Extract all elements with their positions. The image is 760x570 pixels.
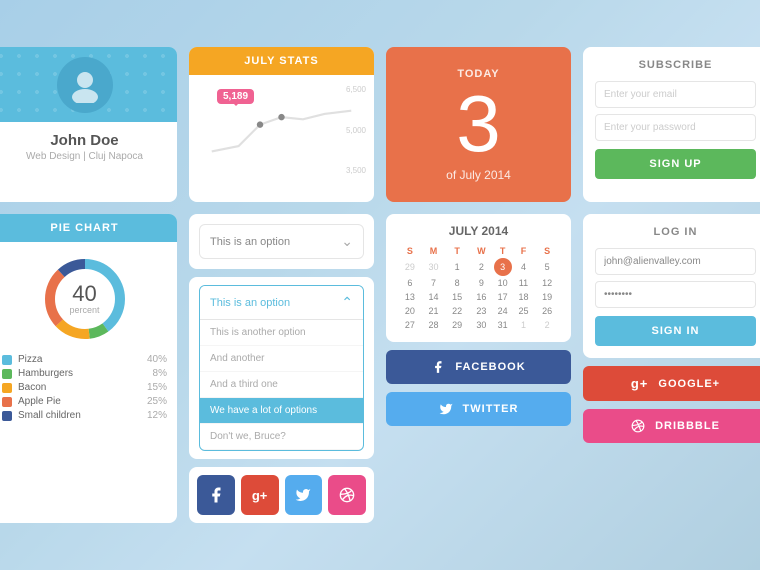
cal-week: 6 7 8 9 10 11 12 — [398, 276, 559, 290]
gplus-icon: g+ — [252, 488, 268, 503]
twitter-button[interactable]: TWITTER — [386, 392, 571, 426]
login-title: LOG IN — [595, 226, 756, 238]
profile-name: John Doe — [26, 132, 143, 149]
avatar — [57, 57, 113, 113]
legend-item: Apple Pie 25% — [2, 396, 167, 407]
twitter-button-label: TWITTER — [463, 403, 519, 415]
facebook-button[interactable]: FACEBOOK — [386, 350, 571, 384]
cal-week: 20 21 22 23 24 25 26 — [398, 304, 559, 318]
cal-week: 13 14 15 16 17 18 19 — [398, 290, 559, 304]
stats-body: 5,189 6,500 5,000 3,500 — [189, 75, 374, 185]
dropdown-closed[interactable]: This is an option — [199, 224, 364, 259]
legend: Pizza 40% Hamburgers 8% Bacon 15% Apple … — [2, 354, 167, 424]
login-social-column: LOG IN SIGN IN g+ GOOGLE+ DRIBBBLE — [583, 214, 760, 523]
profile-card: John Doe Web Design | Cluj Napoca — [0, 47, 177, 202]
login-card: LOG IN SIGN IN — [583, 214, 760, 358]
email-input[interactable] — [595, 81, 756, 108]
cal-week: 29 30 1 2 3 4 5 — [398, 258, 559, 276]
donut-center: 40 percent — [69, 283, 99, 315]
dribbble-icon-button[interactable] — [328, 475, 366, 515]
dropdown-option[interactable]: And another — [200, 346, 363, 372]
dropdown-option-highlighted[interactable]: We have a lot of options — [200, 398, 363, 424]
chart-value: 5,189 — [217, 89, 254, 104]
legend-dot-smallchildren — [2, 411, 12, 421]
dropdown-social-column: This is an option This is an option This… — [189, 214, 374, 523]
chevron-up-icon — [341, 294, 353, 311]
dropdown-open-card: This is an option This is another option… — [189, 277, 374, 459]
dropdown-open[interactable]: This is an option This is another option… — [199, 285, 364, 451]
legend-dot-hamburgers — [2, 369, 12, 379]
profile-subtitle: Web Design | Cluj Napoca — [26, 151, 143, 162]
password-input[interactable] — [595, 114, 756, 141]
signin-button[interactable]: SIGN IN — [595, 316, 756, 346]
stats-card: JULY STATS 5,189 6,500 5,000 3,500 — [189, 47, 374, 202]
facebook-icon-button[interactable] — [197, 475, 235, 515]
dropdown-option[interactable]: Don't we, Bruce? — [200, 424, 363, 450]
today-number: 3 — [456, 84, 501, 164]
calendar-social-column: JULY 2014 S M T W T F S 29 — [386, 214, 571, 523]
cal-week: 27 28 29 30 31 1 2 — [398, 318, 559, 332]
y-axis-labels: 6,500 5,000 3,500 — [346, 85, 366, 175]
signup-button[interactable]: SIGN UP — [595, 149, 756, 179]
subscribe-card: SUBSCRIBE SIGN UP — [583, 47, 760, 202]
twitter-icon-button[interactable] — [285, 475, 323, 515]
dribbble-button-label: DRIBBBLE — [655, 420, 720, 432]
profile-header — [0, 47, 177, 122]
gplus-btn-icon: g+ — [631, 376, 649, 391]
calendar-card: JULY 2014 S M T W T F S 29 — [386, 214, 571, 342]
profile-body: John Doe Web Design | Cluj Napoca — [14, 122, 155, 176]
dropdown-option[interactable]: This is another option — [200, 320, 363, 346]
legend-item: Hamburgers 8% — [2, 368, 167, 379]
pie-chart-card: PIE CHART 40 percent — [0, 214, 177, 523]
legend-dot-applepie — [2, 397, 12, 407]
calendar-title: JULY 2014 — [398, 224, 559, 238]
dribbble-button[interactable]: DRIBBBLE — [583, 409, 760, 443]
today-sub: of July 2014 — [446, 168, 511, 182]
legend-dot-pizza — [2, 355, 12, 365]
chevron-down-icon — [341, 233, 353, 250]
dropdown-option[interactable]: And a third one — [200, 372, 363, 398]
social-icons: g+ — [197, 475, 366, 515]
stats-header: JULY STATS — [189, 47, 374, 75]
today-label: TODAY — [457, 68, 499, 80]
dropdown-open-label: This is an option — [210, 297, 290, 309]
legend-dot-bacon — [2, 383, 12, 393]
legend-item: Small children 12% — [2, 410, 167, 421]
googleplus-button[interactable]: g+ GOOGLE+ — [583, 366, 760, 401]
login-password-input[interactable] — [595, 281, 756, 308]
dropdown-closed-label: This is an option — [210, 236, 290, 248]
dropdown-open-header[interactable]: This is an option — [200, 286, 363, 320]
pie-chart-body: 40 percent Pizza 40% Hamburgers 8% Baco — [0, 242, 177, 434]
legend-item: Bacon 15% — [2, 382, 167, 393]
donut-chart: 40 percent — [40, 254, 130, 344]
googleplus-icon-button[interactable]: g+ — [241, 475, 279, 515]
today-card: TODAY 3 of July 2014 — [386, 47, 571, 202]
legend-item: Pizza 40% — [2, 354, 167, 365]
subscribe-title: SUBSCRIBE — [595, 59, 756, 71]
social-icons-row: g+ — [189, 467, 374, 523]
googleplus-button-label: GOOGLE+ — [658, 378, 720, 390]
login-email-input[interactable] — [595, 248, 756, 275]
calendar-grid: S M T W T F S 29 30 1 2 3 — [398, 244, 559, 332]
facebook-button-label: FACEBOOK — [455, 361, 525, 373]
pie-chart-header: PIE CHART — [0, 214, 177, 242]
dropdown-closed-card: This is an option — [189, 214, 374, 269]
